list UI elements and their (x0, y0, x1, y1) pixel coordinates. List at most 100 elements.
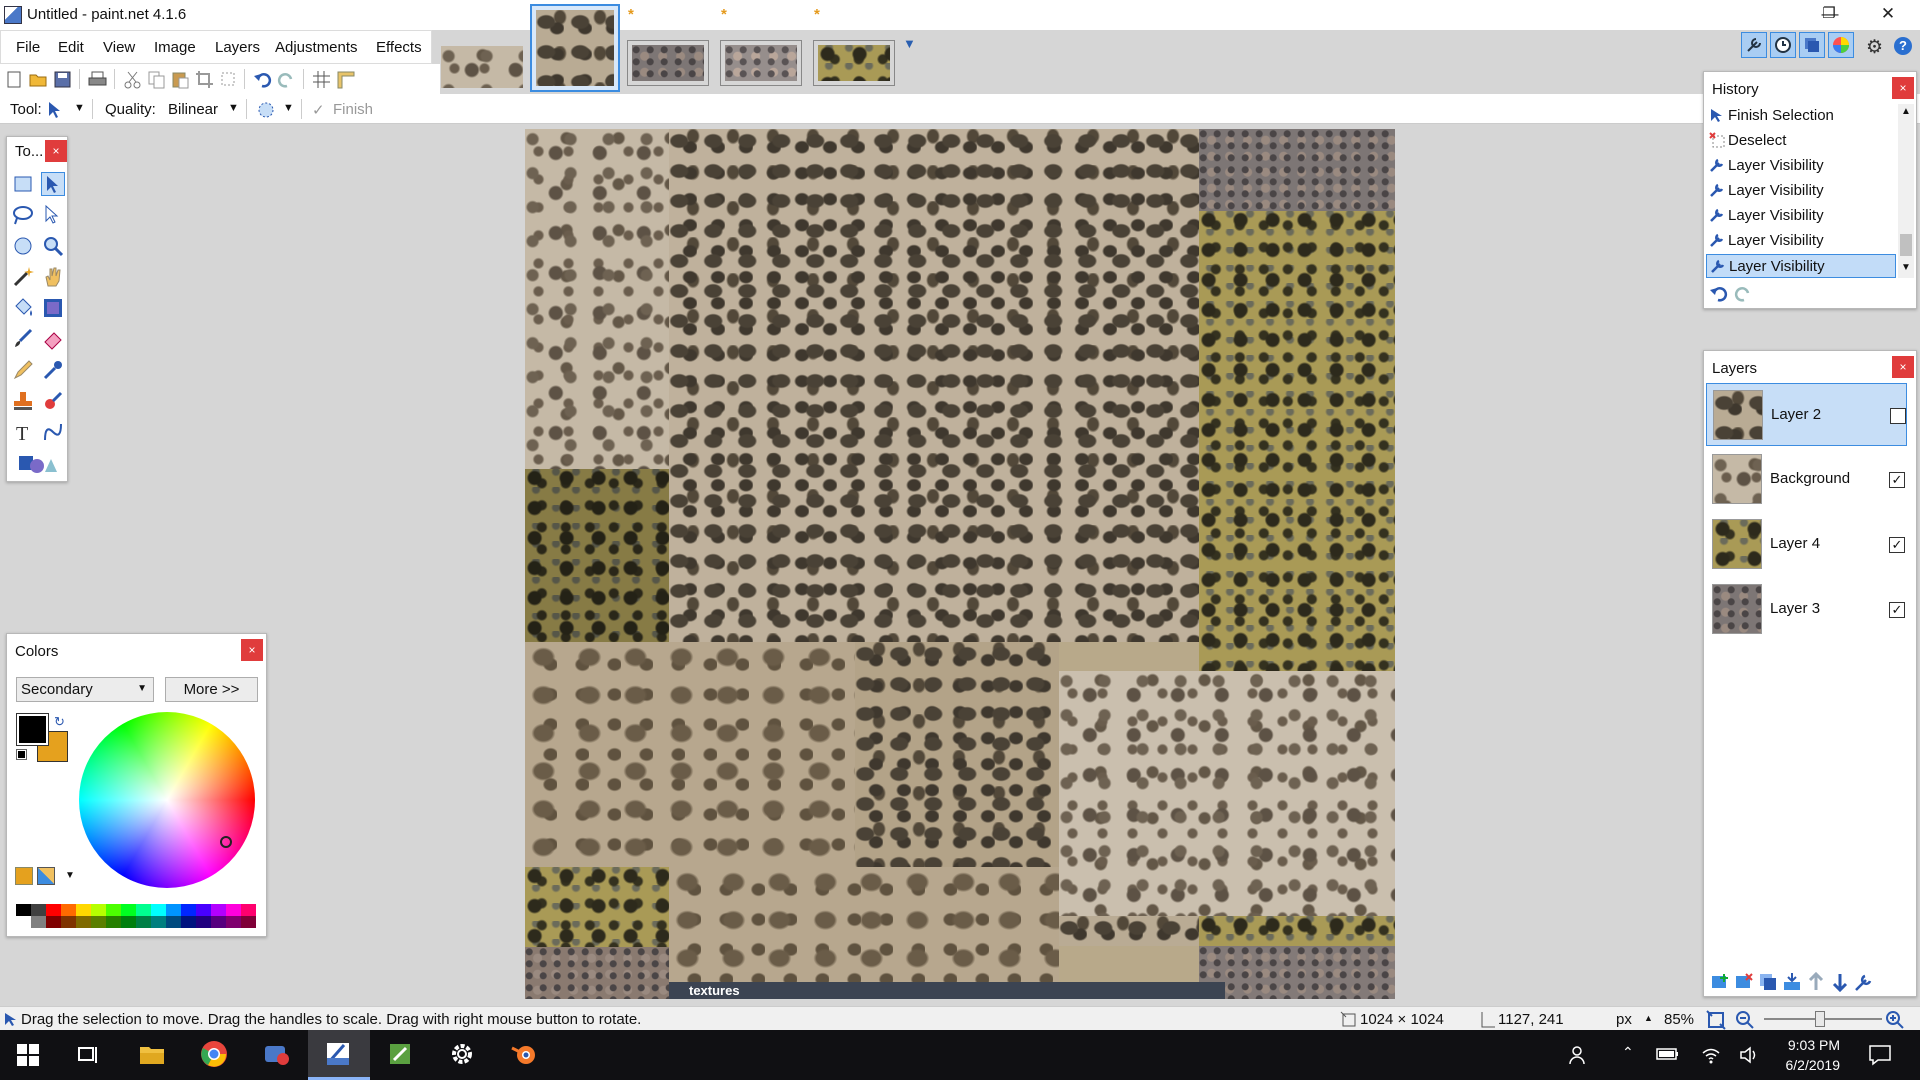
grid-icon[interactable] (312, 70, 331, 89)
layer-visibility-checkbox[interactable]: ✓ (1889, 472, 1905, 488)
layers-panel-close-button[interactable]: × (1892, 356, 1914, 378)
zoom-tool-icon[interactable] (41, 234, 65, 258)
file-explorer-icon[interactable] (138, 1040, 166, 1068)
palette-swatch[interactable] (196, 916, 211, 928)
close-window-button[interactable]: ✕ (1860, 0, 1916, 30)
people-icon[interactable] (1568, 1044, 1590, 1066)
selection-mode-dropdown-arrow[interactable]: ▼ (283, 102, 294, 114)
menu-effects[interactable]: Effects (376, 39, 422, 56)
help-icon[interactable]: ? (1894, 37, 1912, 55)
open-folder-icon[interactable] (29, 70, 48, 89)
copy-icon[interactable] (147, 70, 166, 89)
gradient-tool-icon[interactable] (41, 296, 65, 320)
shapes-tool-icon[interactable] (11, 451, 59, 475)
clock-time[interactable]: 9:03 PM (1770, 1037, 1840, 1053)
scroll-down-icon[interactable]: ▼ (1901, 262, 1911, 273)
move-selection-tool-icon[interactable] (41, 172, 65, 196)
zoom-in-icon[interactable] (1885, 1010, 1905, 1030)
clone-stamp-tool-icon[interactable] (11, 389, 35, 413)
pencil-tool-icon[interactable] (11, 358, 35, 382)
image-canvas[interactable]: textures (525, 129, 1395, 999)
paintbrush-tool-icon[interactable] (11, 327, 35, 351)
palette-swatch[interactable] (166, 904, 181, 916)
color-wheel-cursor[interactable] (220, 836, 232, 848)
palette-swatch[interactable] (196, 904, 211, 916)
magic-wand-tool-icon[interactable] (11, 265, 35, 289)
palette-swatch[interactable] (16, 916, 31, 928)
tool-dropdown-arrow[interactable]: ▼ (74, 102, 85, 114)
menu-file[interactable]: File (16, 39, 40, 56)
palette-swatch[interactable] (211, 916, 226, 928)
palette-swatch[interactable] (106, 916, 121, 928)
paintnet-taskbar-icon[interactable] (324, 1040, 352, 1068)
palette-swatch[interactable] (241, 916, 256, 928)
history-item[interactable]: Layer Visibility (1706, 154, 1896, 178)
settings-gear-icon[interactable] (448, 1040, 476, 1068)
swap-colors-icon[interactable]: ↻ (54, 714, 65, 730)
history-undo-icon[interactable] (1709, 284, 1729, 302)
units-select[interactable]: px (1616, 1011, 1632, 1028)
paintnet-app-icon[interactable] (4, 6, 22, 24)
history-scrollbar[interactable]: ▲ ▼ (1898, 104, 1914, 278)
color-mode-select[interactable]: Secondary ▼ (16, 677, 154, 702)
palette-swatch[interactable] (61, 904, 76, 916)
palette-swatch[interactable] (211, 904, 226, 916)
quality-dropdown-arrow[interactable]: ▼ (228, 102, 239, 114)
palette-swatch[interactable] (181, 916, 196, 928)
history-panel-close-button[interactable]: × (1892, 77, 1914, 99)
layers-toggle-button[interactable] (1799, 32, 1825, 58)
palette-swatch[interactable] (106, 904, 121, 916)
history-toggle-button[interactable] (1770, 32, 1796, 58)
gear-icon[interactable]: ⚙ (1866, 36, 1883, 59)
chevron-down-icon[interactable]: ▼ (903, 36, 916, 51)
delete-layer-icon[interactable] (1734, 972, 1754, 992)
palette-swatch[interactable] (136, 916, 151, 928)
palette-dropdown-arrow[interactable]: ▼ (65, 870, 75, 881)
history-item[interactable]: Deselect (1706, 129, 1896, 153)
screen-recorder-icon[interactable] (262, 1040, 290, 1068)
image-tab-3[interactable] (720, 40, 802, 86)
menu-layers[interactable]: Layers (215, 39, 260, 56)
palette-swatch[interactable] (31, 904, 46, 916)
more-colors-button[interactable]: More >> (165, 677, 258, 702)
history-item[interactable]: Layer Visibility (1706, 179, 1896, 203)
tray-overflow-icon[interactable]: ⌃ (1622, 1044, 1634, 1061)
palette-swatch[interactable] (181, 904, 196, 916)
new-file-icon[interactable] (5, 70, 24, 89)
palette-swatch[interactable] (226, 916, 241, 928)
layer-row-layer-4[interactable]: Layer 4 ✓ (1706, 513, 1907, 576)
recolor-tool-icon[interactable] (41, 389, 65, 413)
zoom-out-icon[interactable] (1735, 1010, 1755, 1030)
crop-icon[interactable] (195, 70, 214, 89)
layer-visibility-checkbox[interactable]: ✓ (1889, 602, 1905, 618)
duplicate-layer-icon[interactable] (1758, 972, 1778, 992)
move-selected-outline-tool-icon[interactable] (41, 203, 65, 227)
palette-swatch[interactable] (91, 916, 106, 928)
save-icon[interactable] (53, 70, 72, 89)
palette-swatch[interactable] (226, 904, 241, 916)
palette-swatch[interactable] (136, 904, 151, 916)
layer-row-layer-2[interactable]: Layer 2 (1706, 383, 1907, 446)
palette-swatch[interactable] (61, 916, 76, 928)
add-to-palette-icon[interactable] (15, 867, 33, 885)
reset-colors-icon[interactable] (16, 749, 27, 760)
selection-mode-icon[interactable] (256, 100, 275, 119)
history-item-selected[interactable]: Layer Visibility (1706, 254, 1896, 278)
ellipse-select-tool-icon[interactable] (11, 234, 35, 258)
palette-swatch[interactable] (76, 916, 91, 928)
menu-view[interactable]: View (103, 39, 135, 56)
text-tool-icon[interactable]: T (11, 420, 35, 444)
palette-menu-icon[interactable] (37, 867, 55, 885)
notifications-icon[interactable] (1868, 1044, 1892, 1066)
layer-row-background[interactable]: Background ✓ (1706, 448, 1907, 511)
units-dropdown-arrow[interactable]: ▲ (1644, 1013, 1653, 1023)
volume-icon[interactable] (1738, 1045, 1760, 1065)
palette-swatch[interactable] (151, 916, 166, 928)
undo-icon[interactable] (253, 70, 272, 89)
color-wheel[interactable] (79, 712, 255, 888)
layer-visibility-checkbox[interactable]: ✓ (1889, 537, 1905, 553)
history-item[interactable]: Layer Visibility (1706, 204, 1896, 228)
print-icon[interactable] (88, 70, 107, 89)
line-curve-tool-icon[interactable] (41, 420, 65, 444)
eraser-tool-icon[interactable] (41, 327, 65, 351)
